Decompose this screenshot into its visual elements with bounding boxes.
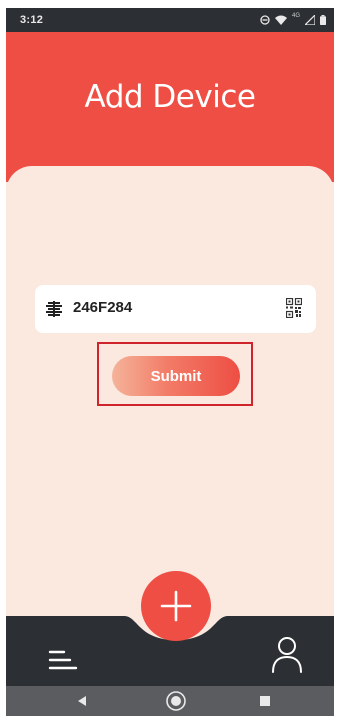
submit-button[interactable]: Submit [112, 356, 240, 396]
home-icon[interactable] [165, 690, 187, 712]
status-bar: 3:12 4G [6, 8, 334, 32]
app-screen: 3:12 4G Add Device 246F284 Submit [6, 8, 334, 716]
profile-icon[interactable] [271, 636, 303, 674]
do-not-disturb-icon [260, 15, 270, 25]
recents-icon[interactable] [260, 696, 270, 706]
barcode-icon [46, 301, 62, 317]
battery-icon [320, 15, 326, 25]
add-icon [160, 590, 192, 622]
menu-icon[interactable] [48, 648, 78, 672]
signal-icon [305, 15, 315, 25]
device-id-value: 246F284 [73, 299, 133, 316]
add-device-fab[interactable] [141, 571, 211, 641]
device-id-field[interactable]: 246F284 [35, 285, 316, 333]
back-icon[interactable] [76, 695, 88, 707]
wifi-icon [274, 15, 287, 25]
status-time: 3:12 [20, 14, 44, 26]
status-icons: 4G [260, 12, 326, 28]
page-title: Add Device [84, 79, 256, 115]
qr-scan-icon[interactable] [286, 298, 302, 318]
network-type-label: 4G [291, 13, 300, 19]
system-nav-bar [6, 686, 334, 716]
header: Add Device [6, 32, 334, 182]
